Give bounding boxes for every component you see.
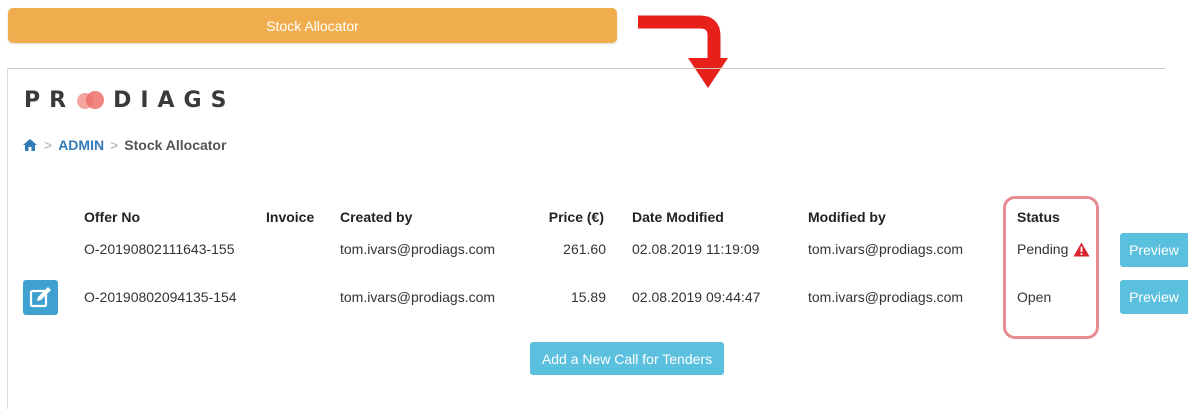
column-header-invoice: Invoice (266, 209, 315, 225)
column-header-offer-no: Offer No (84, 209, 140, 225)
cell-price: 15.89 (570, 289, 606, 305)
preview-button[interactable]: Preview (1120, 233, 1188, 267)
cell-price: 261.60 (563, 241, 606, 257)
column-header-price: Price (€) (548, 209, 604, 225)
preview-button[interactable]: Preview (1120, 280, 1188, 314)
cell-date-modified: 02.08.2019 11:19:09 (632, 241, 760, 257)
column-header-created-by: Created by (340, 209, 413, 225)
add-call-for-tenders-button[interactable]: Add a New Call for Tenders (530, 342, 724, 375)
breadcrumb-separator: > (110, 137, 119, 153)
breadcrumb-separator: > (44, 137, 53, 153)
cell-modified-by: tom.ivars@prodiags.com (808, 289, 964, 305)
logo-text-right: DIAGS (113, 87, 236, 113)
status-highlight-annotation (1003, 196, 1099, 339)
red-arrow-annotation (638, 15, 728, 88)
content-left-border (7, 68, 8, 409)
edit-icon[interactable] (23, 280, 58, 315)
cell-date-modified: 02.08.2019 09:44:47 (632, 289, 761, 305)
logo-dots-icon (75, 89, 107, 111)
cell-created-by: tom.ivars@prodiags.com (340, 289, 496, 305)
breadcrumb: > ADMIN > Stock Allocator (22, 137, 226, 153)
stock-allocator-button[interactable]: Stock Allocator (8, 8, 617, 43)
header-divider (8, 68, 1165, 69)
home-icon[interactable] (22, 138, 38, 152)
cell-offer-no[interactable]: O-20190802094135-154 (84, 289, 237, 305)
breadcrumb-admin-link[interactable]: ADMIN (58, 137, 104, 153)
page: Stock Allocator PR DIAGS > ADMIN > Stock… (0, 0, 1188, 409)
logo-text-left: PR (24, 87, 76, 113)
cell-offer-no[interactable]: O-20190802111643-155 (84, 241, 235, 257)
cell-created-by: tom.ivars@prodiags.com (340, 241, 496, 257)
column-header-date-modified: Date Modified (632, 209, 724, 225)
column-header-modified-by: Modified by (808, 209, 886, 225)
breadcrumb-current: Stock Allocator (124, 137, 227, 153)
cell-modified-by: tom.ivars@prodiags.com (808, 241, 964, 257)
prodiags-logo: PR DIAGS (24, 86, 235, 114)
